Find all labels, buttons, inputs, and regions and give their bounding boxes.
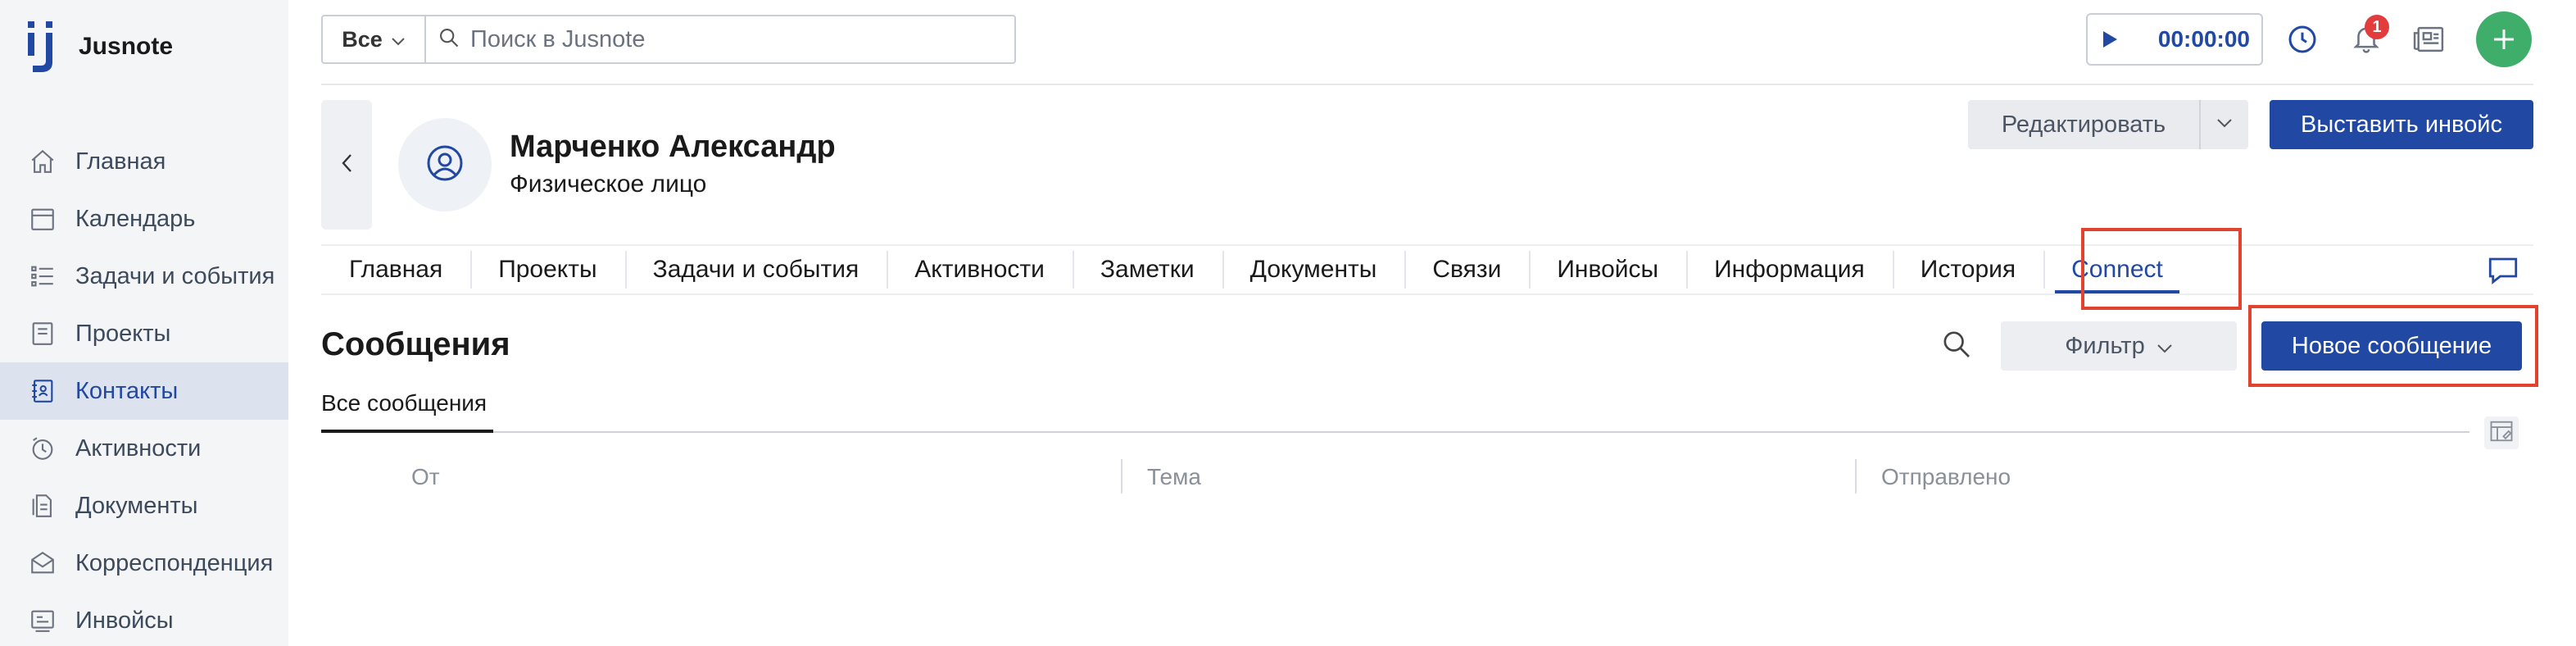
- notifications-button[interactable]: 1: [2345, 15, 2389, 61]
- global-search: Все: [321, 15, 1016, 64]
- sidebar-item-calendar[interactable]: Календарь: [0, 190, 288, 248]
- contact-type: Физическое лицо: [510, 171, 707, 198]
- news-icon[interactable]: [2407, 18, 2450, 61]
- search-input[interactable]: [470, 25, 995, 53]
- search-scope-label: Все: [342, 26, 383, 52]
- search-icon: [438, 26, 460, 53]
- subtab-active-indicator: [321, 430, 493, 433]
- app-name: Jusnote: [79, 33, 174, 60]
- sidebar-item-correspondence[interactable]: Корреспонденция: [0, 535, 288, 592]
- play-icon[interactable]: [2088, 15, 2132, 64]
- clock-history-icon[interactable]: [2281, 18, 2324, 61]
- back-button[interactable]: [321, 100, 372, 230]
- sidebar-item-label: Задачи и события: [75, 262, 275, 289]
- filter-button[interactable]: Фильтр: [2001, 321, 2237, 371]
- tab-notes[interactable]: Заметки: [1072, 246, 1222, 293]
- tab-documents[interactable]: Документы: [1222, 246, 1405, 293]
- search-scope-select[interactable]: Все: [323, 16, 426, 62]
- sidebar-item-label: Инвойсы: [75, 607, 174, 634]
- invoices-icon: [28, 606, 57, 635]
- edit-menu-toggle[interactable]: [2199, 100, 2248, 149]
- tab-tasks[interactable]: Задачи и события: [624, 246, 887, 293]
- column-divider: [1855, 459, 1857, 494]
- tab-invoices[interactable]: Инвойсы: [1529, 246, 1686, 293]
- table-settings-icon: [2489, 420, 2514, 447]
- activity-icon: [28, 434, 57, 463]
- projects-icon: [28, 319, 57, 348]
- connect-tab-highlight: [2081, 228, 2242, 310]
- tab-projects[interactable]: Проекты: [470, 246, 624, 293]
- sidebar-nav: Главная Календарь Задачи и события Проек…: [0, 133, 288, 646]
- timer-display: 00:00:00: [2157, 26, 2250, 52]
- sidebar-item-label: Главная: [75, 148, 166, 175]
- subtab-all-messages[interactable]: Все сообщения: [321, 390, 487, 416]
- subtab-divider: [321, 431, 2469, 433]
- contacts-icon: [28, 376, 57, 406]
- chevron-down-icon: [2216, 117, 2233, 132]
- correspondence-icon: [28, 548, 57, 578]
- home-icon: [28, 147, 57, 176]
- plus-icon: [2492, 20, 2516, 59]
- sidebar-item-label: Корреспонденция: [75, 549, 274, 576]
- jusnote-logo-icon: [26, 18, 61, 75]
- create-invoice-button[interactable]: Выставить инвойс: [2270, 100, 2533, 149]
- sidebar-item-tasks[interactable]: Задачи и события: [0, 248, 288, 305]
- tab-home[interactable]: Главная: [321, 246, 470, 293]
- edit-button-group: Редактировать: [1968, 100, 2248, 149]
- search-icon[interactable]: [1940, 328, 1975, 362]
- header-divider: [321, 84, 2533, 85]
- sidebar: Jusnote Главная Календарь Задачи и событ…: [0, 0, 288, 646]
- app-logo[interactable]: Jusnote: [26, 18, 173, 75]
- time-tracker: 00:00:00: [2086, 13, 2263, 66]
- section-title: Сообщения: [321, 326, 510, 362]
- chat-icon[interactable]: [2486, 254, 2520, 287]
- sidebar-item-contacts[interactable]: Контакты: [0, 362, 288, 420]
- avatar: [398, 118, 492, 212]
- notification-badge: 1: [2365, 15, 2389, 39]
- column-header-subject[interactable]: Тема: [1147, 464, 1201, 490]
- column-header-from[interactable]: От: [411, 464, 440, 490]
- filter-label: Фильтр: [2065, 332, 2145, 359]
- sidebar-item-home[interactable]: Главная: [0, 133, 288, 190]
- tab-relations[interactable]: Связи: [1404, 246, 1529, 293]
- sidebar-item-label: Календарь: [75, 205, 196, 232]
- sidebar-item-invoices[interactable]: Инвойсы: [0, 592, 288, 646]
- column-divider: [1121, 459, 1122, 494]
- tab-information[interactable]: Информация: [1686, 246, 1893, 293]
- edit-button[interactable]: Редактировать: [1968, 100, 2199, 149]
- sidebar-item-projects[interactable]: Проекты: [0, 305, 288, 362]
- sidebar-item-label: Документы: [75, 492, 198, 519]
- sidebar-item-documents[interactable]: Документы: [0, 477, 288, 535]
- sidebar-item-activity[interactable]: Активности: [0, 420, 288, 477]
- chevron-left-icon: [340, 152, 353, 178]
- sidebar-item-label: Контакты: [75, 377, 179, 404]
- search-field: [426, 16, 1014, 62]
- calendar-icon: [28, 204, 57, 234]
- documents-icon: [28, 491, 57, 521]
- tasks-icon: [28, 262, 57, 291]
- chevron-down-icon: [391, 27, 406, 52]
- sidebar-item-label: Проекты: [75, 320, 171, 347]
- chevron-down-icon: [2156, 333, 2173, 360]
- contact-tabs: Главная Проекты Задачи и события Активно…: [321, 246, 2191, 293]
- contact-name: Марченко Александр: [510, 130, 836, 164]
- tab-history[interactable]: История: [1892, 246, 2043, 293]
- user-icon: [425, 143, 465, 187]
- add-button[interactable]: [2476, 11, 2532, 67]
- sidebar-item-label: Активности: [75, 434, 202, 462]
- new-message-highlight: [2248, 305, 2538, 387]
- tab-activity[interactable]: Активности: [887, 246, 1073, 293]
- column-header-sent[interactable]: Отправлено: [1881, 464, 2011, 490]
- column-settings-button[interactable]: [2484, 416, 2519, 449]
